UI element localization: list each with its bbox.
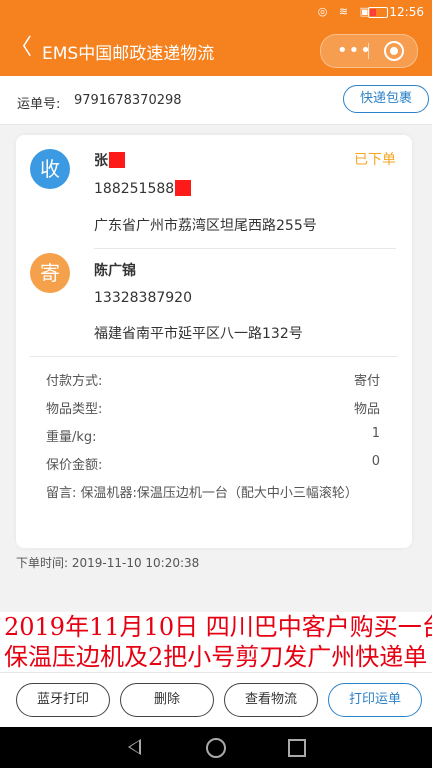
status-bar: ◎ ≋ ▣ 12:56 <box>0 0 432 24</box>
payment-method-label: 付款方式: <box>46 374 103 389</box>
receiver-address: 广东省广州市荔湾区坦尾西路255号 <box>94 218 317 234</box>
system-home-icon[interactable] <box>206 738 226 758</box>
redaction-mark <box>109 152 125 168</box>
back-icon[interactable]: 〈 <box>10 36 32 60</box>
express-parcel-button[interactable]: 快递包裹 <box>343 85 429 113</box>
delete-button[interactable]: 删除 <box>120 683 214 717</box>
waybill-number: 9791678370298 <box>74 93 182 108</box>
payment-method-value: 寄付 <box>353 374 380 389</box>
sender-address: 福建省南平市延平区八一路132号 <box>94 326 303 342</box>
nav-bar: 〈 EMS中国邮政速递物流 ••• <box>0 24 432 76</box>
miniprogram-capsule: ••• <box>320 34 418 68</box>
insured-amount-label: 保价金额: <box>46 458 103 473</box>
status-icons: ◎ ≋ ▣ <box>317 5 374 18</box>
insured-amount-value: 0 <box>371 454 380 469</box>
caption-line-1: 2019年11月10日 四川巴中客户购买一台 <box>4 613 432 641</box>
order-card: 收 张 已下单 188251588 广东省广州市荔湾区坦尾西路255号 寄 陈广… <box>16 135 412 548</box>
status-badge: 已下单 <box>354 152 396 168</box>
system-recents-icon[interactable] <box>288 739 306 757</box>
remark-text: 留言: 保温机器:保温压边机一台（配大中小三幅滚轮） <box>46 486 358 501</box>
receiver-phone-text: 188251588 <box>94 181 175 197</box>
redaction-mark <box>175 180 192 196</box>
sender-phone: 13328387920 <box>94 290 192 306</box>
status-time: 12:56 <box>389 5 424 19</box>
system-nav-bar <box>0 727 432 768</box>
close-target-icon[interactable] <box>384 41 404 61</box>
sender-name: 陈广锦 <box>94 263 136 279</box>
capsule-divider <box>368 43 369 59</box>
bottom-action-bar: 蓝牙打印 删除 查看物流 打印运单 <box>0 672 432 728</box>
battery-icon <box>368 7 388 18</box>
view-logistics-button[interactable]: 查看物流 <box>224 683 318 717</box>
receiver-badge-icon: 收 <box>30 149 70 189</box>
caption-overlay: 2019年11月10日 四川巴中客户购买一台 保温压边机及2把小号剪刀发广州快递… <box>0 612 432 672</box>
divider <box>30 356 398 357</box>
bluetooth-print-button[interactable]: 蓝牙打印 <box>16 683 110 717</box>
waybill-bar: 运单号: 9791678370298 快递包裹 <box>0 76 432 125</box>
receiver-phone: 188251588 <box>94 180 192 197</box>
order-time: 下单时间: 2019-11-10 10:20:38 <box>16 556 200 570</box>
print-waybill-button[interactable]: 打印运单 <box>328 683 422 717</box>
item-type-label: 物品类型: <box>46 402 103 417</box>
receiver-name: 张 <box>94 150 125 170</box>
sender-badge-icon: 寄 <box>30 253 70 293</box>
caption-line-2: 保温压边机及2把小号剪刀发广州快递单 <box>4 643 428 671</box>
receiver-name-text: 张 <box>94 153 108 169</box>
weight-label: 重量/kg: <box>46 430 97 445</box>
waybill-label: 运单号: <box>17 97 61 112</box>
page-title: EMS中国邮政速递物流 <box>42 44 215 64</box>
system-back-icon[interactable] <box>128 739 141 755</box>
weight-value: 1 <box>371 426 380 441</box>
item-type-value: 物品 <box>353 402 380 417</box>
divider <box>94 248 396 249</box>
more-icon[interactable]: ••• <box>337 40 372 61</box>
